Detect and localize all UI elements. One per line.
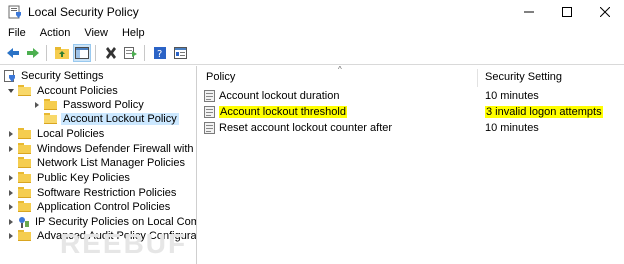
folder-icon	[18, 187, 31, 198]
maximize-button[interactable]	[548, 0, 586, 24]
forward-button[interactable]	[24, 44, 42, 62]
tree-label: Password Policy	[63, 98, 144, 111]
list-header: ^ Policy Security Setting	[198, 65, 624, 87]
policy-setting-icon	[204, 122, 215, 134]
close-icon	[600, 7, 610, 17]
folder-up-icon	[55, 47, 69, 59]
toolbar-separator	[95, 45, 96, 61]
expand-chevron-icon[interactable]	[6, 217, 16, 227]
security-setting-value: 3 invalid logon attempts	[485, 106, 603, 118]
list-row-lockout-threshold[interactable]: Account lockout threshold 3 invalid logo…	[198, 104, 624, 120]
tree-item-account-lockout-policy[interactable]: Account Lockout Policy	[44, 111, 179, 126]
sort-ascending-icon: ^	[338, 65, 342, 74]
folder-icon	[18, 157, 31, 168]
column-header-security-setting[interactable]: Security Setting	[485, 71, 562, 83]
folder-icon	[18, 230, 31, 241]
back-arrow-icon	[7, 48, 19, 58]
security-setting-value: 10 minutes	[485, 90, 539, 102]
folder-open-icon	[44, 113, 57, 124]
tree-label: Security Settings	[21, 69, 104, 82]
forward-arrow-icon	[27, 48, 39, 58]
tree-label: Network List Manager Policies	[37, 156, 185, 169]
expand-chevron-icon[interactable]	[6, 188, 16, 198]
tree-label: Application Control Policies	[37, 200, 171, 213]
expand-chevron-icon[interactable]	[6, 202, 16, 212]
column-divider[interactable]	[477, 69, 478, 87]
expand-chevron-icon[interactable]	[6, 231, 16, 241]
menu-file[interactable]: File	[0, 27, 33, 39]
folder-icon	[44, 99, 57, 110]
watermark: REEBUF	[60, 228, 188, 259]
menu-view[interactable]: View	[77, 27, 115, 39]
properties-button[interactable]	[171, 44, 189, 62]
minimize-icon	[524, 11, 534, 13]
window-title: Local Security Policy	[28, 5, 139, 19]
tree-label: Local Policies	[37, 127, 105, 140]
delete-x-icon	[106, 47, 116, 59]
help-icon: ?	[154, 47, 166, 59]
tree-item-security-settings[interactable]: Security Settings	[4, 68, 106, 83]
export-list-icon	[124, 47, 137, 59]
tree-label: Public Key Policies	[37, 171, 130, 184]
folder-open-icon	[18, 85, 31, 96]
policy-setting-icon	[204, 106, 215, 118]
policy-name: Account lockout threshold	[219, 106, 347, 118]
tree-item-windows-defender-firewall[interactable]: Windows Defender Firewall with Adva	[6, 141, 196, 156]
policy-name: Reset account lockout counter after	[219, 122, 393, 134]
folder-icon	[18, 201, 31, 212]
policy-list: ^ Policy Security Setting Account lockou…	[198, 65, 624, 264]
menu-bar: File Action View Help	[0, 24, 624, 42]
expand-chevron-icon[interactable]	[32, 100, 42, 110]
maximize-icon	[562, 7, 572, 17]
tree-item-public-key-policies[interactable]: Public Key Policies	[6, 170, 132, 185]
tree-label: Account Lockout Policy	[61, 112, 179, 125]
tree-label: Software Restriction Policies	[37, 186, 177, 199]
up-one-level-button[interactable]	[53, 44, 71, 62]
tree-item-account-policies[interactable]: Account Policies	[6, 83, 120, 98]
back-button[interactable]	[4, 44, 22, 62]
svg-text:?: ?	[157, 49, 162, 59]
collapse-chevron-icon[interactable]	[6, 86, 16, 96]
security-policy-app-icon	[8, 5, 22, 19]
toolbar: ?	[0, 42, 624, 65]
column-header-policy[interactable]: Policy	[206, 71, 235, 83]
tree-item-application-control[interactable]: Application Control Policies	[6, 199, 172, 214]
list-row-lockout-duration[interactable]: Account lockout duration 10 minutes	[198, 88, 624, 104]
delete-button[interactable]	[102, 44, 120, 62]
console-tree-icon	[75, 47, 89, 59]
policy-setting-icon	[204, 90, 215, 102]
show-hide-console-tree-button[interactable]	[73, 44, 91, 62]
folder-icon	[18, 172, 31, 183]
help-button[interactable]: ?	[151, 44, 169, 62]
folder-icon	[18, 143, 31, 154]
tree-item-network-list-manager[interactable]: Network List Manager Policies	[18, 155, 187, 170]
toolbar-separator	[144, 45, 145, 61]
ip-security-shield-icon	[18, 216, 29, 228]
tree-label: Account Policies	[37, 84, 118, 97]
menu-help[interactable]: Help	[115, 27, 152, 39]
tree-label: Windows Defender Firewall with Adva	[37, 142, 196, 155]
tree-label: IP Security Policies on Local Compute	[35, 215, 196, 228]
tree-item-software-restriction[interactable]: Software Restriction Policies	[6, 185, 178, 200]
export-list-button[interactable]	[122, 44, 140, 62]
expand-chevron-icon[interactable]	[6, 129, 16, 139]
expand-chevron-icon[interactable]	[6, 173, 16, 183]
tree-item-password-policy[interactable]: Password Policy	[32, 97, 146, 112]
security-settings-icon	[4, 69, 15, 82]
minimize-button[interactable]	[510, 0, 548, 24]
expand-chevron-icon[interactable]	[6, 144, 16, 154]
tree-item-ip-security-policies[interactable]: IP Security Policies on Local Compute	[6, 214, 196, 229]
close-button[interactable]	[586, 0, 624, 24]
security-setting-value: 10 minutes	[485, 122, 539, 134]
list-row-reset-counter[interactable]: Reset account lockout counter after 10 m…	[198, 120, 624, 136]
local-security-policy-window: Local Security Policy File Action View H…	[0, 0, 624, 264]
menu-action[interactable]: Action	[33, 27, 78, 39]
folder-icon	[18, 128, 31, 139]
policy-name: Account lockout duration	[219, 90, 340, 102]
properties-icon	[173, 47, 187, 59]
tree-item-local-policies[interactable]: Local Policies	[6, 126, 106, 141]
title-bar[interactable]: Local Security Policy	[0, 0, 624, 24]
toolbar-separator	[46, 45, 47, 61]
